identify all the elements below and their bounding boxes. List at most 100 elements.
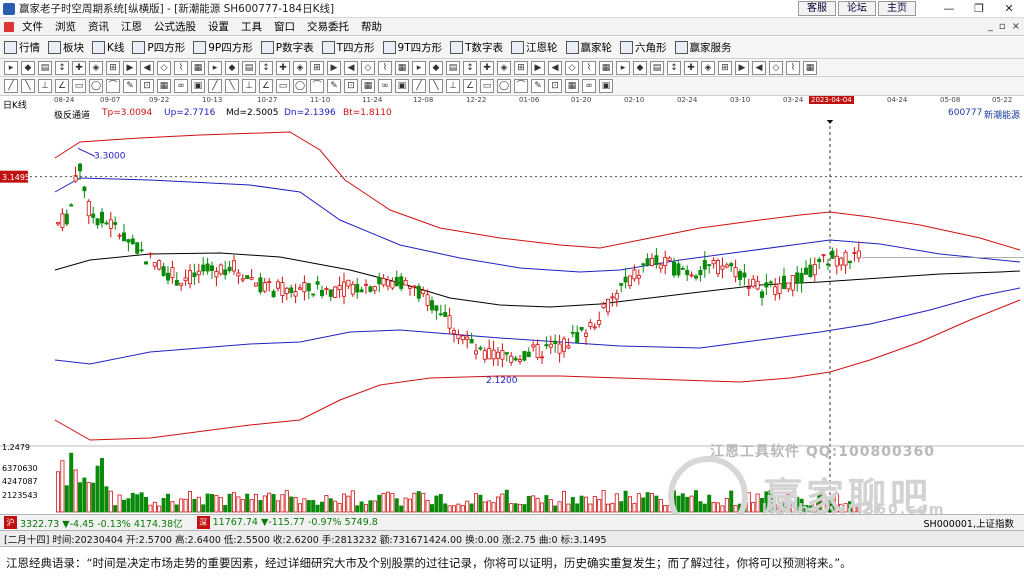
analysis-tool-icon[interactable]: ∞ — [378, 79, 392, 93]
menu-info[interactable]: 资讯 — [82, 19, 115, 34]
analysis-tool-icon[interactable]: ⊡ — [344, 79, 358, 93]
maximize-button[interactable]: ❐ — [964, 0, 994, 18]
draw-tool-icon[interactable]: ✚ — [72, 60, 86, 75]
draw-tool-icon[interactable]: ▸ — [616, 60, 630, 75]
draw-tool-icon[interactable]: ▸ — [208, 60, 222, 75]
analysis-tool-icon[interactable]: ⊥ — [242, 79, 256, 93]
toolbar-item-1[interactable]: 板块 — [48, 40, 84, 55]
forum-button[interactable]: 论坛 — [838, 1, 876, 16]
draw-tool-icon[interactable]: ◇ — [565, 60, 579, 75]
draw-tool-icon[interactable]: ▸ — [412, 60, 426, 75]
menu-window[interactable]: 窗口 — [268, 19, 301, 34]
draw-tool-icon[interactable]: ⊞ — [106, 60, 120, 75]
analysis-tool-icon[interactable]: ∞ — [174, 79, 188, 93]
draw-tool-icon[interactable]: ↕ — [55, 60, 69, 75]
child-restore-button[interactable]: ▫ — [999, 21, 1006, 32]
draw-tool-icon[interactable]: ▤ — [242, 60, 256, 75]
analysis-tool-icon[interactable]: ▣ — [395, 79, 409, 93]
draw-tool-icon[interactable]: ✚ — [276, 60, 290, 75]
draw-tool-icon[interactable]: ▤ — [650, 60, 664, 75]
toolbar-item-0[interactable]: 行情 — [4, 40, 40, 55]
analysis-tool-icon[interactable]: ▦ — [565, 79, 579, 93]
draw-tool-icon[interactable]: ◀ — [344, 60, 358, 75]
draw-tool-icon[interactable]: ◀ — [752, 60, 766, 75]
draw-tool-icon[interactable]: ▤ — [38, 60, 52, 75]
analysis-tool-icon[interactable]: ╱ — [412, 79, 426, 93]
draw-tool-icon[interactable]: ↕ — [667, 60, 681, 75]
analysis-tool-icon[interactable]: ◯ — [497, 79, 511, 93]
draw-tool-icon[interactable]: ✚ — [684, 60, 698, 75]
menu-browse[interactable]: 浏览 — [49, 19, 82, 34]
toolbar-item-2[interactable]: K线 — [92, 40, 124, 55]
analysis-tool-icon[interactable]: ╲ — [21, 79, 35, 93]
analysis-tool-icon[interactable]: ✎ — [123, 79, 137, 93]
draw-tool-icon[interactable]: ▶ — [531, 60, 545, 75]
draw-tool-icon[interactable]: ◈ — [701, 60, 715, 75]
analysis-tool-icon[interactable]: ∠ — [463, 79, 477, 93]
draw-tool-icon[interactable]: ▦ — [191, 60, 205, 75]
analysis-tool-icon[interactable]: ╱ — [208, 79, 222, 93]
draw-tool-icon[interactable]: ✚ — [480, 60, 494, 75]
analysis-tool-icon[interactable]: ⌒ — [106, 79, 120, 93]
draw-tool-icon[interactable]: ▶ — [327, 60, 341, 75]
toolbar-item-6[interactable]: T四方形 — [321, 40, 375, 55]
child-minimize-button[interactable]: _ — [988, 21, 993, 32]
draw-tool-icon[interactable]: ◆ — [429, 60, 443, 75]
draw-tool-icon[interactable]: ◇ — [769, 60, 783, 75]
draw-tool-icon[interactable]: ▦ — [803, 60, 817, 75]
draw-tool-icon[interactable]: ◆ — [633, 60, 647, 75]
sh-index-text[interactable]: 3322.73 ▼-4.45 -0.13% 4174.38亿 — [20, 516, 183, 530]
minimize-button[interactable]: — — [934, 0, 964, 18]
analysis-tool-icon[interactable]: ▦ — [361, 79, 375, 93]
sz-index-text[interactable]: 11767.74 ▼-115.77 -0.97% 5749.8 — [213, 517, 378, 528]
analysis-tool-icon[interactable]: ╲ — [429, 79, 443, 93]
toolbar-item-8[interactable]: T数字表 — [450, 40, 503, 55]
draw-tool-icon[interactable]: ▤ — [446, 60, 460, 75]
toolbar-item-12[interactable]: 赢家服务 — [674, 40, 732, 55]
analysis-tool-icon[interactable]: ✎ — [327, 79, 341, 93]
analysis-tool-icon[interactable]: ◯ — [89, 79, 103, 93]
analysis-tool-icon[interactable]: ▭ — [480, 79, 494, 93]
menu-gann[interactable]: 江恩 — [115, 19, 148, 34]
draw-tool-icon[interactable]: ▦ — [599, 60, 613, 75]
analysis-tool-icon[interactable]: ⊥ — [38, 79, 52, 93]
draw-tool-icon[interactable]: ◈ — [89, 60, 103, 75]
index-label[interactable]: SH000001,上证指数 — [924, 516, 1014, 530]
analysis-tool-icon[interactable]: ▭ — [72, 79, 86, 93]
service-button[interactable]: 客服 — [798, 1, 836, 16]
draw-tool-icon[interactable]: ▶ — [735, 60, 749, 75]
draw-tool-icon[interactable]: ◇ — [361, 60, 375, 75]
draw-tool-icon[interactable]: ◆ — [21, 60, 35, 75]
analysis-tool-icon[interactable]: ∠ — [259, 79, 273, 93]
analysis-tool-icon[interactable]: ∞ — [582, 79, 596, 93]
close-button[interactable]: ✕ — [994, 0, 1024, 18]
analysis-tool-icon[interactable]: ▣ — [191, 79, 205, 93]
draw-tool-icon[interactable]: ⌇ — [174, 60, 188, 75]
draw-tool-icon[interactable]: ◆ — [225, 60, 239, 75]
menu-file[interactable]: 文件 — [16, 19, 49, 34]
analysis-tool-icon[interactable]: ∠ — [55, 79, 69, 93]
draw-tool-icon[interactable]: ⌇ — [378, 60, 392, 75]
analysis-tool-icon[interactable]: ╲ — [225, 79, 239, 93]
menu-help[interactable]: 帮助 — [355, 19, 388, 34]
draw-tool-icon[interactable]: ↕ — [463, 60, 477, 75]
home-button[interactable]: 主页 — [878, 1, 916, 16]
analysis-tool-icon[interactable]: ✎ — [531, 79, 545, 93]
analysis-tool-icon[interactable]: ╱ — [4, 79, 18, 93]
analysis-tool-icon[interactable]: ⊡ — [548, 79, 562, 93]
toolbar-item-10[interactable]: 赢家轮 — [565, 40, 612, 55]
analysis-tool-icon[interactable]: ▭ — [276, 79, 290, 93]
draw-tool-icon[interactable]: ◀ — [548, 60, 562, 75]
draw-tool-icon[interactable]: ◀ — [140, 60, 154, 75]
toolbar-item-9[interactable]: 江恩轮 — [511, 40, 558, 55]
toolbar-item-3[interactable]: P四方形 — [132, 40, 185, 55]
draw-tool-icon[interactable]: ⊞ — [310, 60, 324, 75]
draw-tool-icon[interactable]: ▦ — [395, 60, 409, 75]
toolbar-item-5[interactable]: P数字表 — [260, 40, 314, 55]
draw-tool-icon[interactable]: ◇ — [157, 60, 171, 75]
draw-tool-icon[interactable]: ⊞ — [514, 60, 528, 75]
toolbar-item-11[interactable]: 六角形 — [620, 40, 667, 55]
analysis-tool-icon[interactable]: ▦ — [157, 79, 171, 93]
analysis-tool-icon[interactable]: ⊡ — [140, 79, 154, 93]
draw-tool-icon[interactable]: ⊞ — [718, 60, 732, 75]
